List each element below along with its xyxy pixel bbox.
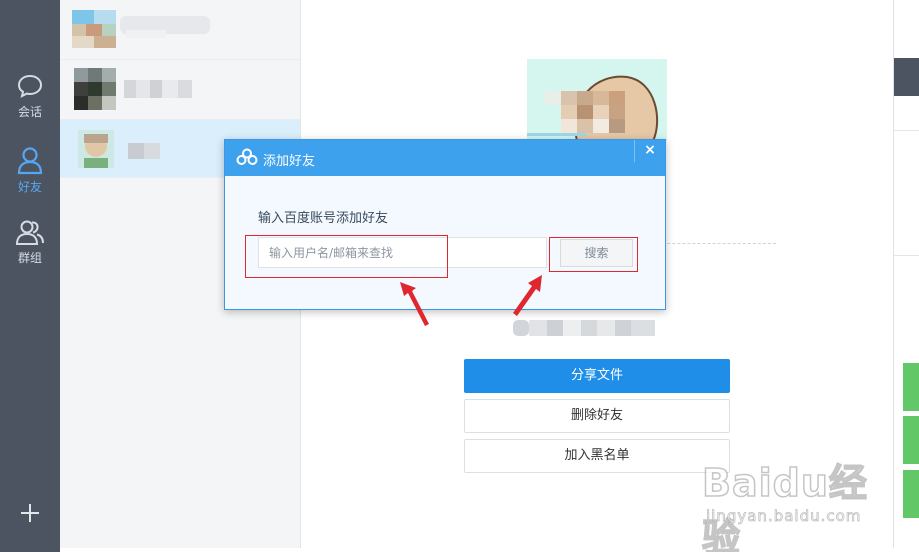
nav-item-groups[interactable]: 群组: [0, 218, 60, 278]
side-green-tab[interactable]: [903, 416, 919, 464]
divider: [894, 130, 919, 131]
nav-item-friends[interactable]: 好友: [0, 145, 60, 205]
side-green-tab[interactable]: [903, 470, 919, 518]
chat-bubble-icon: [17, 74, 43, 98]
friend-name-blurred: [120, 16, 210, 38]
dialog-header: 添加好友 ×: [225, 140, 665, 176]
person-icon: [17, 147, 43, 175]
annotation-box-input: [245, 235, 448, 278]
profile-info-blurred: [513, 320, 658, 336]
friend-name-blurred: [124, 80, 194, 98]
list-item[interactable]: [60, 60, 300, 120]
profile-avatar: [527, 59, 667, 141]
background-window-bar: [894, 58, 919, 96]
share-file-button[interactable]: 分享文件: [464, 359, 730, 393]
avatar: [72, 10, 116, 48]
friend-name-blurred: [128, 143, 162, 159]
add-button[interactable]: [0, 502, 60, 532]
avatar: [78, 130, 114, 168]
plus-icon: [21, 504, 39, 522]
delete-friend-button[interactable]: 删除好友: [464, 399, 730, 433]
list-item[interactable]: [60, 0, 300, 60]
nav-item-chats[interactable]: 会话: [0, 72, 60, 132]
nav-label-groups: 群组: [17, 251, 42, 265]
side-green-tab[interactable]: [903, 363, 919, 411]
group-icon: [15, 220, 44, 245]
nav-label-friends: 好友: [17, 180, 42, 194]
watermark-url: jingyan.baidu.com: [706, 507, 862, 526]
baidu-jingyan-watermark: Baidu经验 jingyan.baidu.com: [701, 452, 872, 552]
nav-label-chats: 会话: [17, 105, 42, 119]
left-nav: 会话 好友 群组: [0, 0, 60, 552]
blacklist-button[interactable]: 加入黑名单: [464, 439, 730, 473]
dialog-subtitle: 输入百度账号添加好友: [258, 211, 389, 226]
watermark-logo: Baidu经验: [701, 460, 868, 552]
close-icon: ×: [644, 142, 656, 158]
baidu-cloud-logo-icon: [236, 148, 258, 165]
close-button[interactable]: ×: [634, 140, 665, 162]
divider: [894, 255, 919, 256]
add-friend-dialog: 添加好友 × 输入百度账号添加好友 搜索: [224, 139, 666, 310]
annotation-box-search: [549, 237, 638, 272]
dialog-title: 添加好友: [263, 154, 316, 169]
avatar: [74, 68, 116, 110]
